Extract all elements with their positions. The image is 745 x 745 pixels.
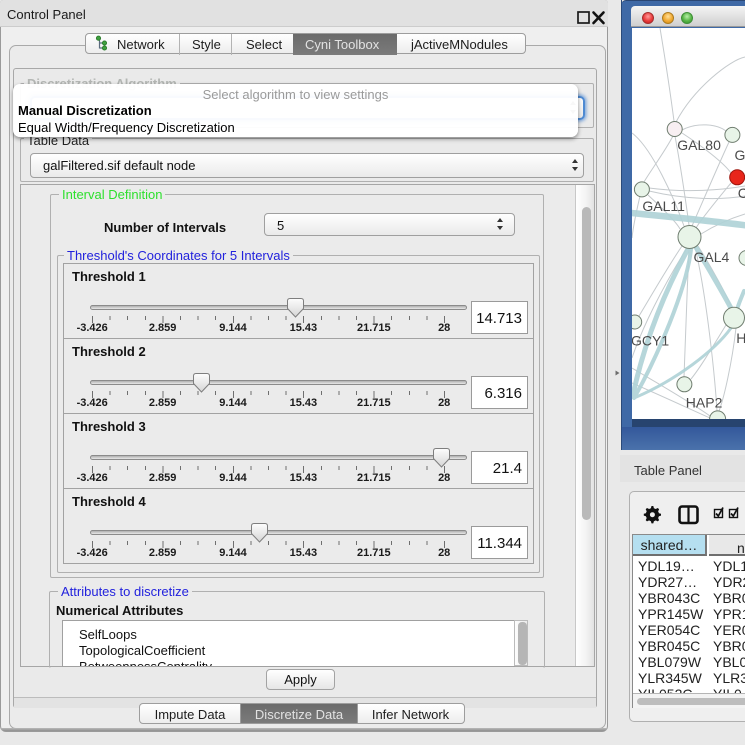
svg-text:HAP2: HAP2 (686, 395, 723, 411)
svg-text:H: H (736, 330, 745, 346)
svg-text:GAL80: GAL80 (677, 137, 721, 153)
svg-text:GAL4: GAL4 (694, 249, 730, 265)
svg-text:GCY1: GCY1 (632, 333, 669, 349)
svg-text:CD: CD (738, 185, 745, 201)
svg-text:GAL11: GAL11 (642, 198, 685, 214)
svg-text:GA: GA (735, 147, 745, 163)
